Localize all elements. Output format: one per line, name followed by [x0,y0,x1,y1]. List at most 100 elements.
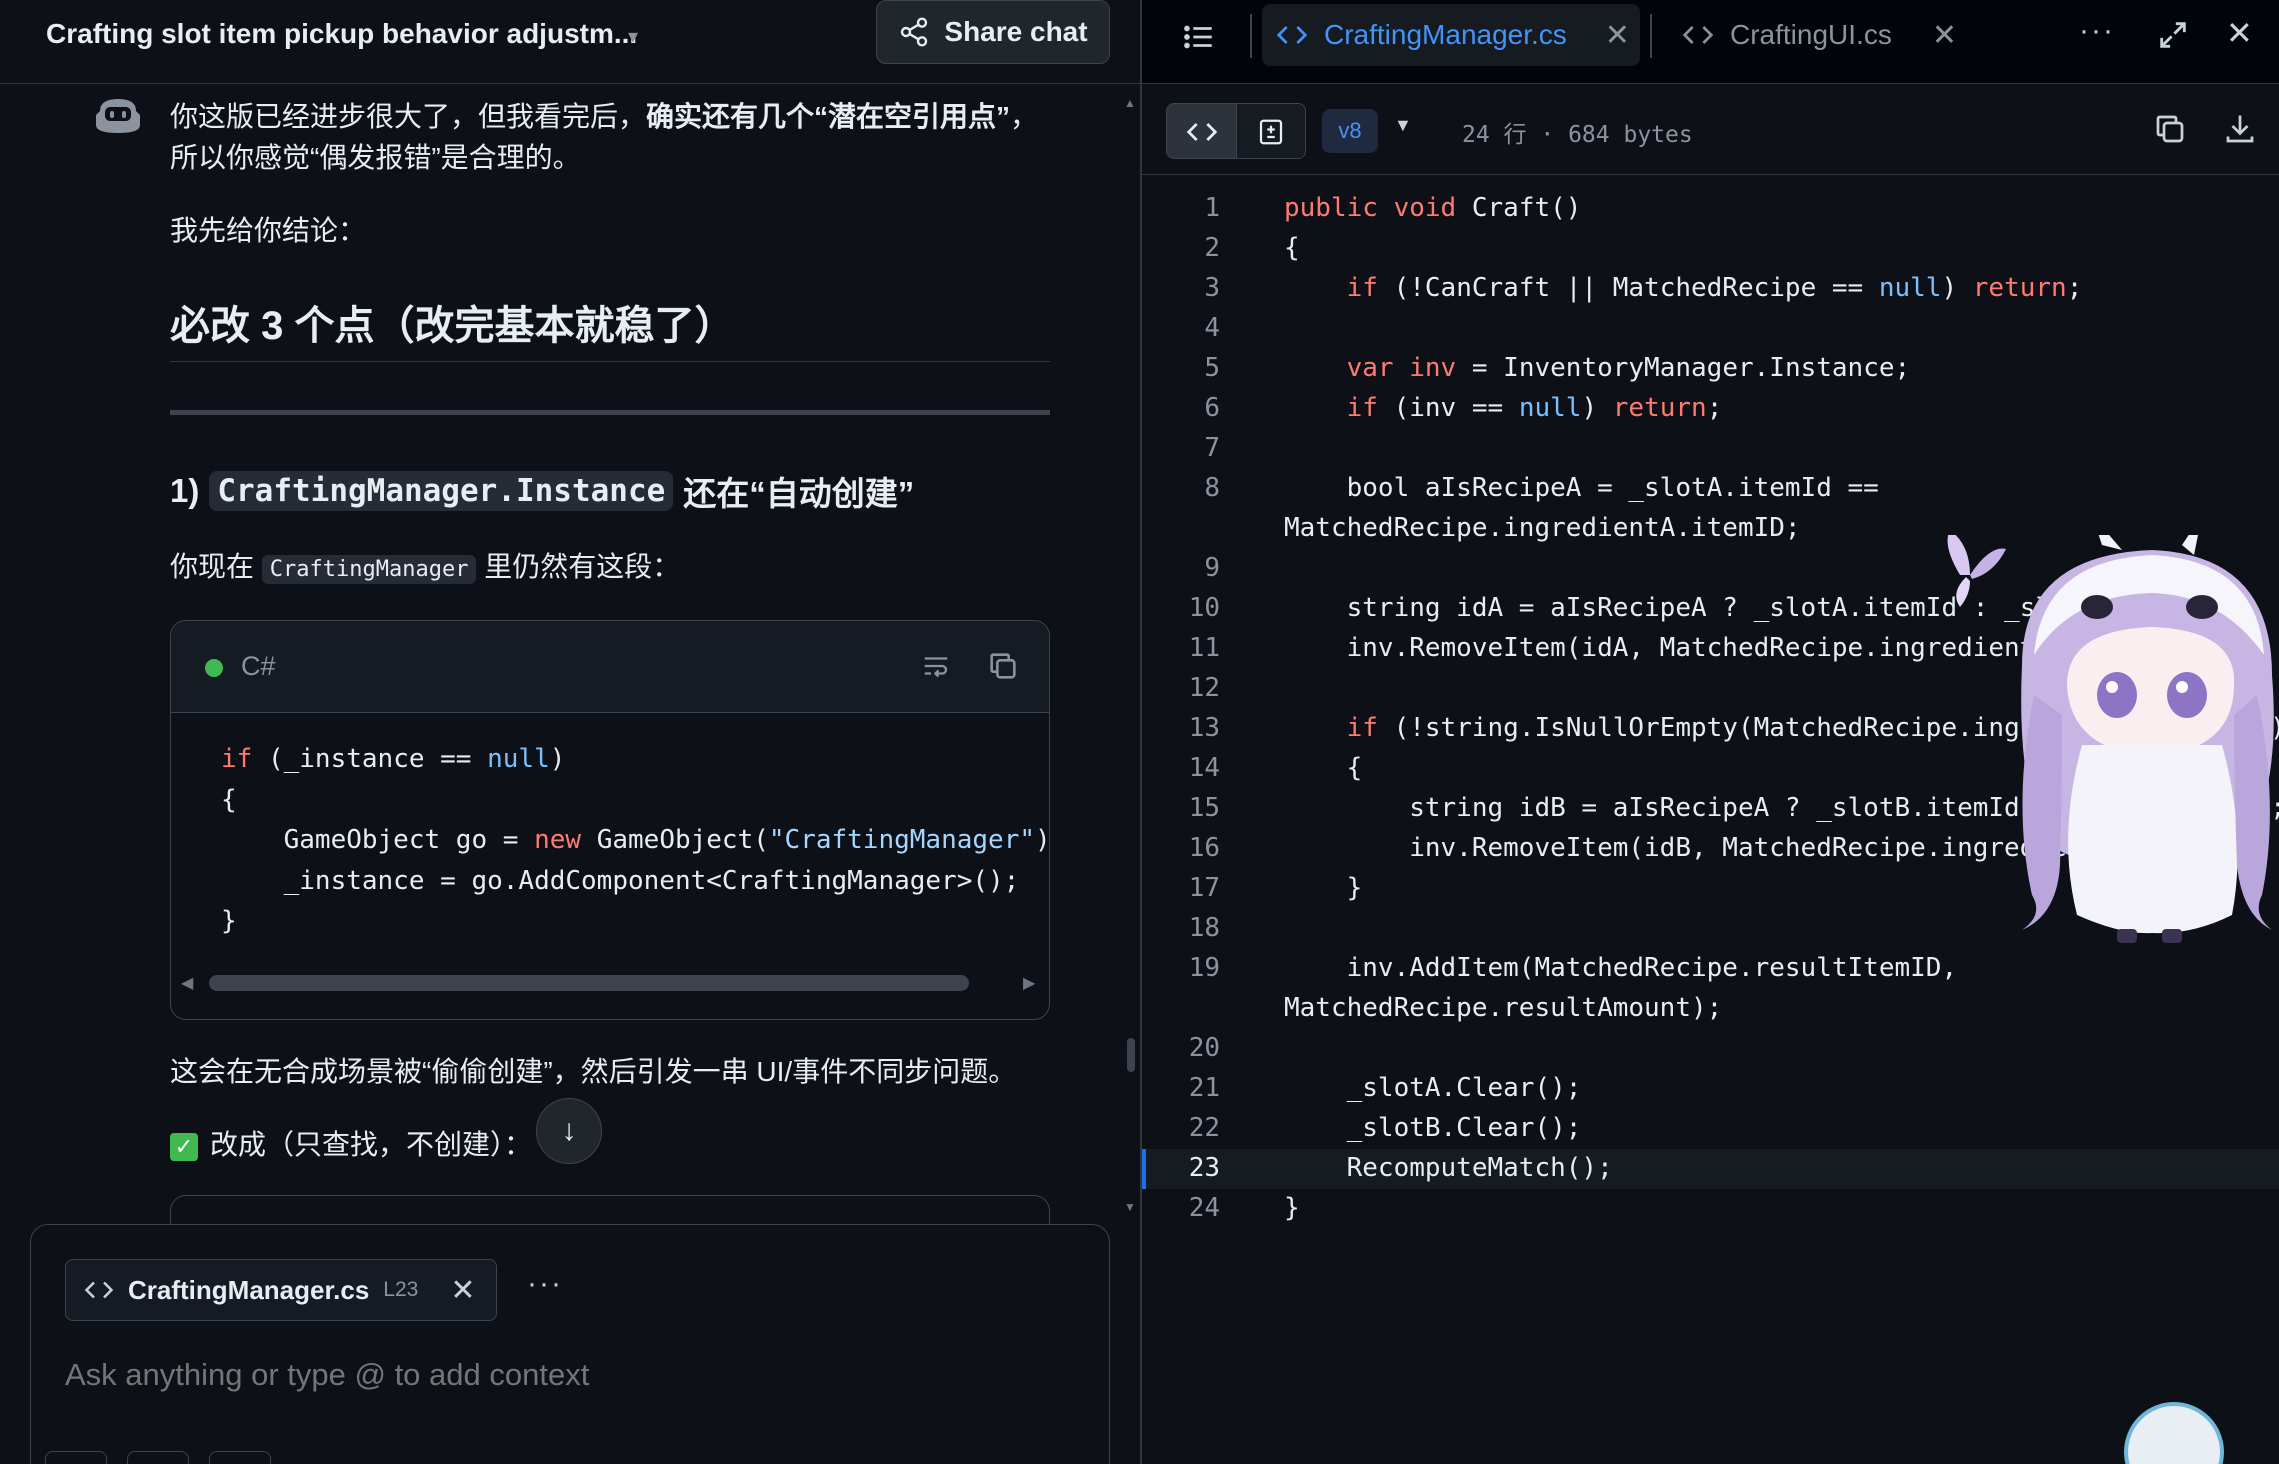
code-view-button[interactable] [1167,104,1236,158]
message-paragraph: 你现在 CraftingManager 里仍然有这段： [170,545,680,585]
line-number: 16 [1188,833,1220,863]
line-number: 4 [1204,313,1220,343]
chevron-down-icon[interactable]: ▾ [628,24,638,49]
chat-messages: 你这版已经进步很大了，但我看完后，确实还有几个“潜在空引用点”， 所以你感觉“偶… [0,85,1140,1225]
chevron-down-icon[interactable]: ▼ [1394,115,1412,136]
line-number: 8 [1204,473,1220,503]
share-chat-button[interactable]: Share chat [876,0,1110,64]
horizontal-scrollbar[interactable] [209,975,969,991]
scroll-to-bottom-button[interactable]: ↓ [536,1098,602,1164]
message-paragraph: 这会在无合成场景被“偷偷创建”，然后引发一串 UI/事件不同步问题。 [170,1056,1017,1087]
line-number: 1 [1204,193,1220,223]
code-icon [84,1281,114,1299]
share-chat-label: Share chat [944,16,1088,47]
scroll-left-icon[interactable]: ◀ [181,973,193,993]
code-line: } [1284,1193,1300,1223]
line-number: 5 [1204,353,1220,383]
line-number: 2 [1204,233,1220,263]
chat-header: Crafting slot item pickup behavior adjus… [0,0,1140,84]
inline-code: CraftingManager.Instance [209,471,674,511]
word-wrap-icon[interactable] [919,651,953,681]
code-line: if (!string.IsNullOrEmpty(MatchedRecipe.… [1346,713,2279,743]
tab-separator [1650,14,1652,58]
code-line: { [1284,233,1300,263]
copy-icon[interactable] [986,649,1020,683]
line-number: 9 [1204,553,1220,583]
code-line: if (!CanCraft || MatchedRecipe == null) … [1346,273,2083,303]
code-line: var inv = InventoryManager.Instance; [1346,353,1911,383]
sub-heading-text: 还在“自动创建” [683,475,915,512]
code-editor[interactable]: 1 2 3 4 5 6 7 8 9 10 11 12 13 14 15 16 1… [1142,176,2279,1464]
scroll-up-icon[interactable]: ▲ [1124,96,1136,110]
line-number: 22 [1188,1113,1220,1143]
code-line: MatchedRecipe.ingredientA.itemID; [1284,513,1801,543]
line-number: 20 [1188,1033,1220,1063]
code-content: if (_instance == null) { GameObject go =… [221,744,1050,936]
scrollbar-thumb[interactable] [1127,1038,1135,1072]
version-badge[interactable]: v8 [1322,109,1378,153]
code-line: _slotB.Clear(); [1284,1113,1582,1143]
close-pane-icon[interactable]: ✕ [2226,14,2253,52]
check-mark-icon: ✓ [170,1132,198,1161]
language-dot-icon [205,659,223,677]
sub-heading-number: 1) [170,472,200,509]
tab-crafting-manager[interactable]: CraftingManager.cs ✕ [1262,4,1640,66]
line-number: 18 [1188,913,1220,943]
line-number: 19 [1188,953,1220,983]
close-icon[interactable]: ✕ [450,1273,475,1308]
close-icon[interactable]: ✕ [1932,18,1957,53]
line-number: 3 [1204,273,1220,303]
code-block [170,1195,1050,1225]
message-paragraph: 你这版已经进步很大了，但我看完后，确实还有几个“潜在空引用点”， [170,95,1038,135]
file-diff-icon [1259,119,1283,145]
code-icon [1186,123,1217,141]
scroll-right-icon[interactable]: ▶ [1023,973,1035,993]
more-options-icon[interactable]: ··· [2079,14,2115,48]
bold-text: 确实还有几个“潜在空引用点” [646,101,1011,132]
scroll-down-icon[interactable]: ▼ [1124,1200,1136,1214]
code-line: inv.AddItem(MatchedRecipe.resultItemID, [1284,953,1958,983]
heading-divider [170,361,1050,362]
code-line: } [1284,873,1363,903]
line-number: 15 [1188,793,1220,823]
list-icon[interactable] [1182,20,1216,54]
chat-input[interactable] [65,1357,1065,1393]
line-number: 6 [1204,393,1220,423]
tab-separator [1250,14,1252,58]
expand-icon[interactable] [2156,18,2190,52]
composer-tool-button[interactable] [209,1451,271,1464]
code-language: C# [241,651,276,681]
code-icon [1682,26,1714,44]
code-line: if (inv == null) return; [1346,393,1723,423]
code-line: string idB = aIsRecipeA ? _slotB.itemId … [1284,793,2279,823]
context-file-chip[interactable]: CraftingManager.cs L23 ✕ [65,1259,497,1321]
view-toggle [1166,103,1306,159]
inline-code: CraftingManager [261,555,477,584]
code-line: RecomputeMatch(); [1284,1153,1613,1183]
download-icon[interactable] [2222,111,2258,147]
line-number: 14 [1188,753,1220,783]
composer-tool-button[interactable] [127,1451,189,1464]
more-options-icon[interactable]: ··· [527,1267,563,1301]
code-icon [1276,26,1308,44]
chat-title[interactable]: Crafting slot item pickup behavior adjus… [46,18,637,50]
chip-file-name: CraftingManager.cs [128,1274,370,1305]
tab-crafting-ui[interactable]: CraftingUI.cs ✕ [1682,4,1957,66]
section-heading: 必改 3 个点（改完基本就稳了） [170,304,735,348]
file-toolbar: v8 ▼ 24 行 · 684 bytes [1142,85,2279,175]
copy-icon[interactable] [2152,111,2188,147]
line-number: 12 [1188,673,1220,703]
line-number: 17 [1188,873,1220,903]
tab-label: CraftingManager.cs [1324,19,1567,50]
line-number: 11 [1188,633,1220,663]
tab-label: CraftingUI.cs [1730,19,1892,50]
text-span: 你现在 [170,551,255,582]
line-number: 7 [1204,433,1220,463]
horizontal-rule [170,410,1050,415]
text-span: 你这版已经进步很大了，但我看完后， [170,101,647,132]
close-icon[interactable]: ✕ [1605,18,1630,53]
code-line: bool aIsRecipeA = _slotA.itemId == [1284,473,1879,503]
share-icon [901,17,928,47]
composer-tool-button[interactable] [45,1451,107,1464]
diff-view-button[interactable] [1236,104,1305,158]
